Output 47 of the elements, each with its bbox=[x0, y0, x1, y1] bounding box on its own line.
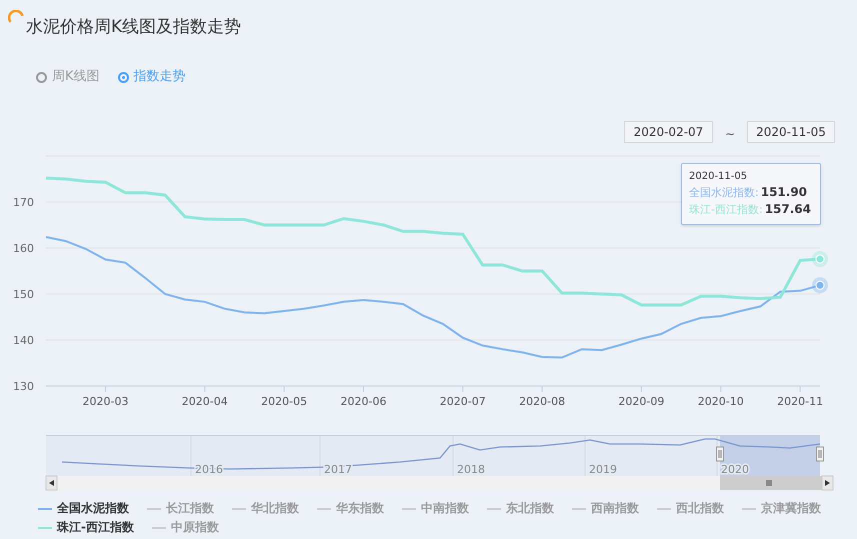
range-separator: ~ bbox=[724, 126, 735, 143]
legend-item[interactable]: 中原指数 bbox=[152, 518, 219, 537]
y-axis-label: 160 bbox=[13, 242, 34, 255]
range-handle[interactable] bbox=[816, 446, 824, 462]
start-date-field[interactable]: 2020-02-07 bbox=[624, 121, 713, 143]
legend-item[interactable]: 西南指数 bbox=[572, 499, 639, 518]
x-axis-label: 2020-04 bbox=[182, 395, 228, 408]
legend-item[interactable]: 东北指数 bbox=[487, 499, 554, 518]
scrollbar-thumb[interactable] bbox=[720, 476, 822, 490]
y-axis-label: 130 bbox=[13, 380, 34, 393]
tooltip-date: 2020-11-05 bbox=[689, 170, 748, 184]
legend-item[interactable]: 华东指数 bbox=[317, 499, 384, 518]
scroll-right-button[interactable] bbox=[822, 476, 834, 490]
legend-item[interactable]: 中南指数 bbox=[402, 499, 469, 518]
tooltip-value: 151.90 bbox=[760, 184, 808, 200]
x-axis-label: 2020-09 bbox=[618, 395, 664, 408]
x-axis-label: 2020-03 bbox=[82, 395, 129, 408]
legend-item[interactable]: 京津冀指数 bbox=[742, 499, 821, 518]
legend-item[interactable]: 珠江-西江指数 bbox=[38, 518, 134, 537]
year-label: 2020 bbox=[721, 463, 749, 476]
legend-item[interactable]: 西北指数 bbox=[657, 499, 724, 518]
year-label: 2018 bbox=[457, 463, 485, 476]
page-title: 水泥价格周K线图及指数走势 bbox=[26, 16, 242, 40]
x-axis-label: 2020-07 bbox=[440, 395, 486, 408]
x-axis-label: 2020-11 bbox=[777, 395, 824, 408]
point-marker bbox=[812, 251, 828, 268]
y-axis-label: 170 bbox=[13, 196, 34, 209]
legend-item[interactable]: 全国水泥指数 bbox=[38, 499, 129, 518]
tooltip-label: 全国水泥指数: bbox=[689, 185, 759, 201]
view-radio[interactable]: 指数走势 bbox=[118, 67, 186, 87]
legend-item[interactable]: 华北指数 bbox=[232, 499, 299, 518]
end-date-field[interactable]: 2020-11-05 bbox=[747, 121, 835, 143]
scroll-left-button[interactable] bbox=[46, 476, 58, 490]
y-axis-label: 150 bbox=[13, 288, 34, 301]
tooltip-value: 157.64 bbox=[764, 201, 811, 217]
year-label: 2017 bbox=[324, 463, 352, 476]
year-label: 2019 bbox=[589, 463, 617, 476]
x-axis-label: 2020-06 bbox=[340, 395, 387, 408]
range-handle[interactable] bbox=[716, 446, 724, 462]
legend-item[interactable]: 长江指数 bbox=[147, 499, 214, 518]
point-marker bbox=[812, 277, 828, 294]
tooltip-label: 珠江-西江指数: bbox=[689, 202, 763, 218]
view-radio[interactable]: 周K线图 bbox=[36, 67, 100, 87]
x-axis-label: 2020-10 bbox=[698, 395, 744, 408]
y-axis-label: 140 bbox=[13, 334, 34, 347]
x-axis-label: 2020-05 bbox=[261, 395, 308, 408]
x-axis-label: 2020-08 bbox=[519, 395, 566, 408]
